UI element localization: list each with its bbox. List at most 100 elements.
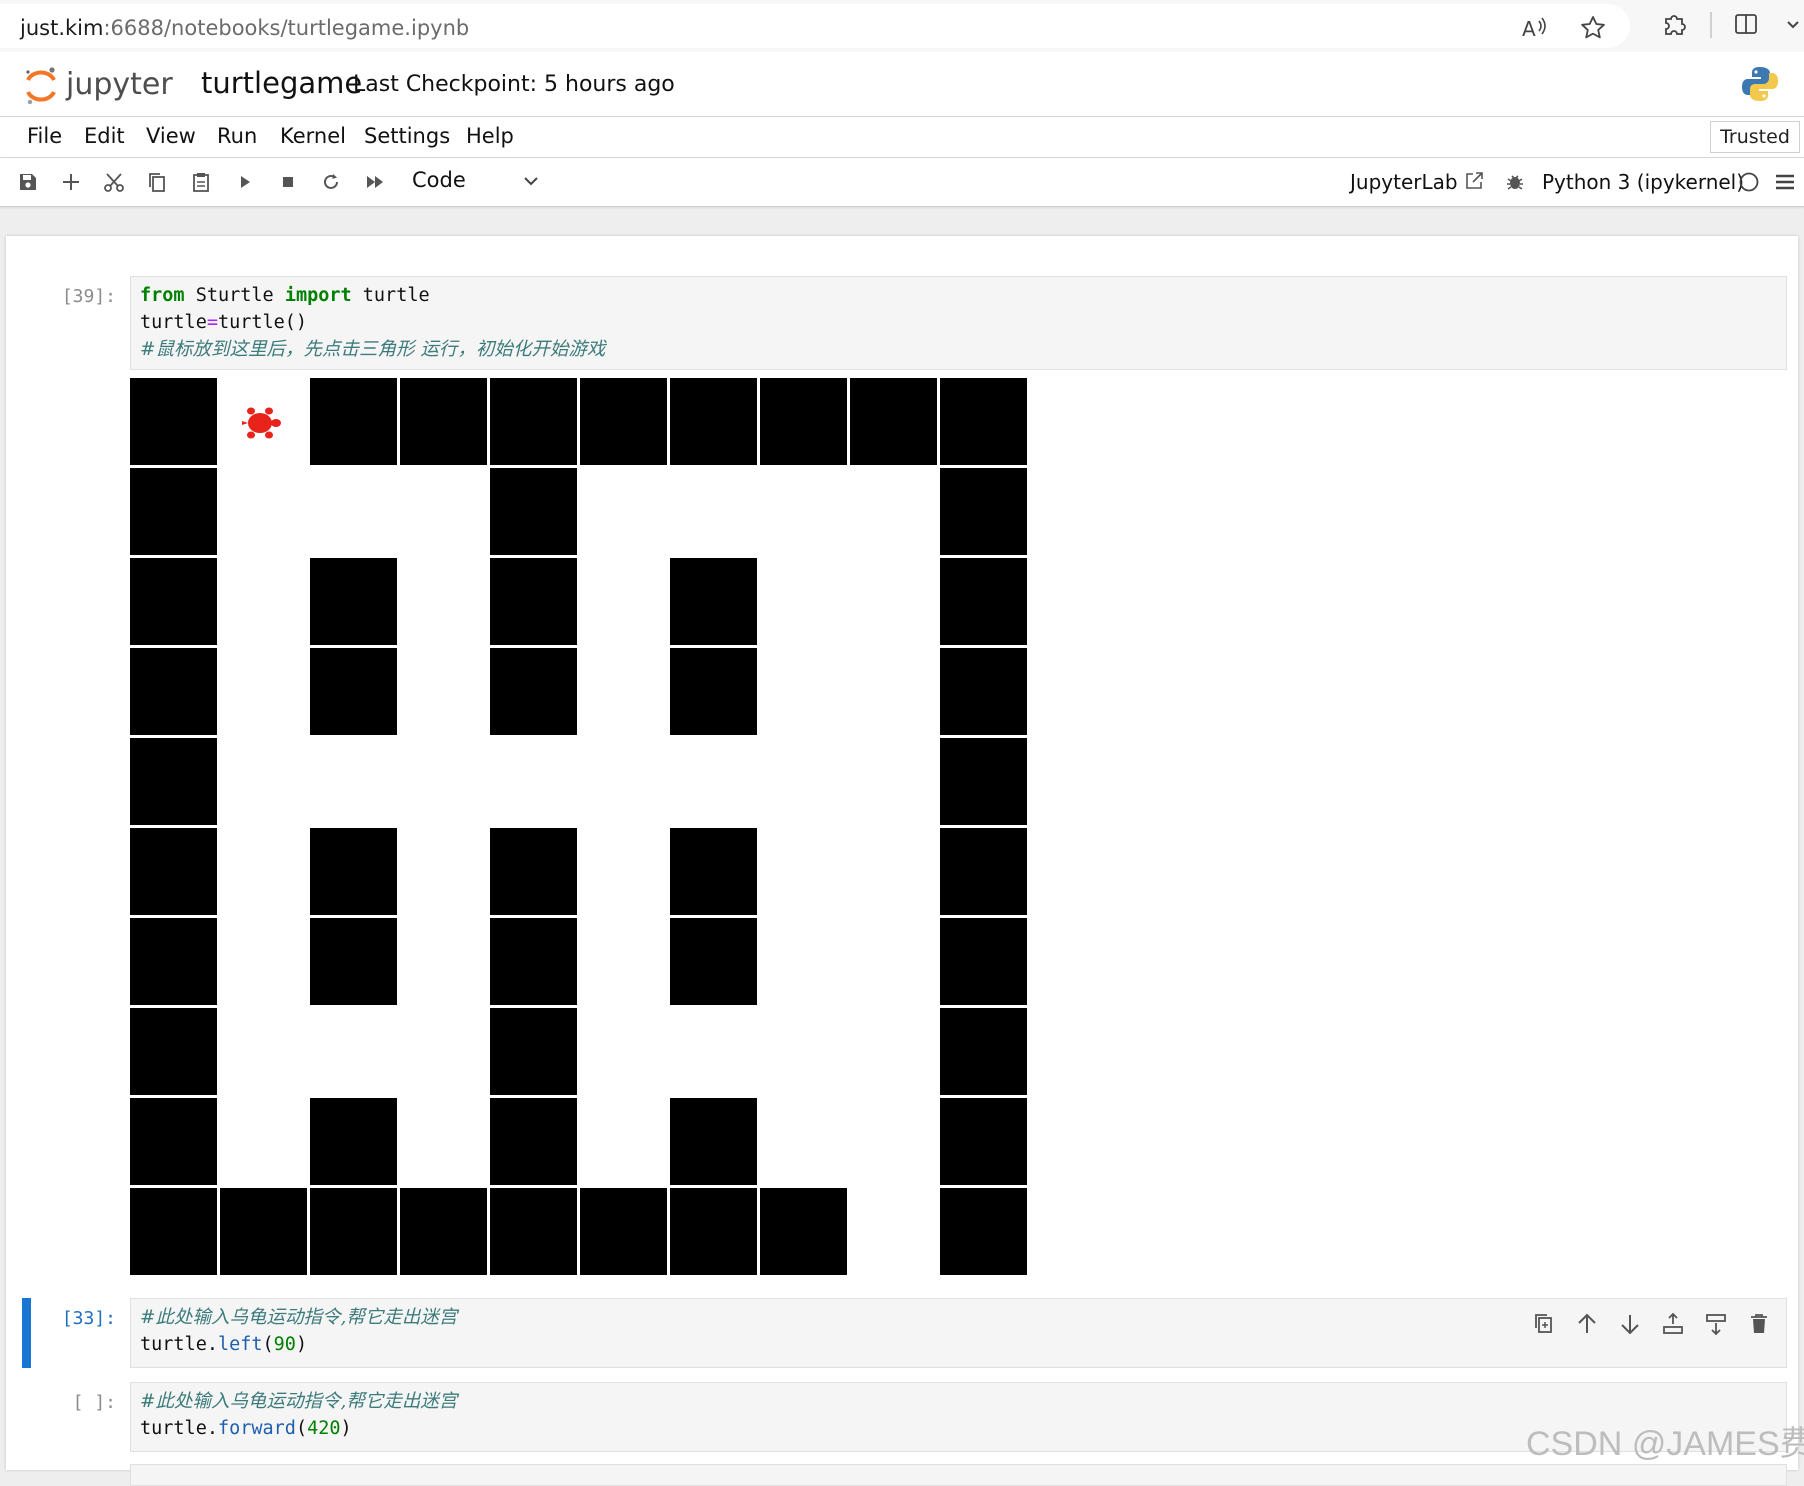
maze-wall-block xyxy=(310,828,397,915)
maze-wall-block xyxy=(670,828,757,915)
maze-wall-block xyxy=(400,1188,487,1275)
maze-wall-block xyxy=(130,1188,217,1275)
restart-run-all-icon[interactable] xyxy=(360,168,390,196)
code-comment: #此处输入乌龟运动指令,帮它走出迷宫 xyxy=(140,1307,458,1328)
kernel-name[interactable]: Python 3 (ipykernel) xyxy=(1542,170,1744,194)
maze-wall-block xyxy=(490,468,577,555)
insert-below-icon[interactable] xyxy=(1703,1311,1729,1337)
add-cell-icon[interactable] xyxy=(56,168,86,196)
maze-wall-block xyxy=(130,378,217,465)
browser-address-bar: just.kim:6688/notebooks/turtlegame.ipynb… xyxy=(0,0,1804,52)
code-editor[interactable]: #此处输入乌龟运动指令,帮它走出迷宫 turtle.left(90) xyxy=(130,1298,1787,1368)
code-token: turtle. xyxy=(140,1334,218,1355)
svg-text:A: A xyxy=(1522,17,1536,41)
code-line: #鼠标放到这里后，先点击三角形 运行，初始化开始游戏 xyxy=(140,336,1777,363)
python-logo-icon xyxy=(1740,64,1780,104)
menu-file[interactable]: File xyxy=(27,124,62,148)
debugger-bug-icon[interactable] xyxy=(1500,168,1530,196)
favorite-star-icon[interactable] xyxy=(1577,14,1609,50)
maze-wall-block xyxy=(940,558,1027,645)
jupyterlab-label: JupyterLab xyxy=(1350,170,1458,194)
cut-icon[interactable] xyxy=(99,168,129,196)
code-token: ( xyxy=(262,1334,274,1355)
cell-type-select[interactable]: Code xyxy=(410,168,542,196)
maze-wall-block xyxy=(940,468,1027,555)
code-token: 420 xyxy=(307,1418,341,1439)
restart-kernel-icon[interactable] xyxy=(316,168,346,196)
maze-wall-block xyxy=(940,918,1027,1005)
turtle-maze-output xyxy=(130,378,1030,1278)
url-host: just.kim xyxy=(20,16,104,40)
code-token: = xyxy=(206,312,218,333)
maze-wall-block xyxy=(310,648,397,735)
menu-kernel[interactable]: Kernel xyxy=(280,124,346,148)
move-down-icon[interactable] xyxy=(1617,1311,1643,1337)
more-chevron-icon[interactable] xyxy=(1784,10,1804,46)
maze-wall-block xyxy=(490,1188,577,1275)
code-line: turtle=turtle() xyxy=(140,309,1777,336)
jupyter-header: jupyter turtlegame Last Checkpoint: 5 ho… xyxy=(0,52,1804,117)
maze-wall-block xyxy=(220,1188,307,1275)
maze-wall-block xyxy=(310,918,397,1005)
open-jupyterlab-link[interactable]: JupyterLab xyxy=(1350,170,1484,194)
maze-wall-block xyxy=(940,1008,1027,1095)
paste-icon[interactable] xyxy=(186,168,216,196)
trusted-indicator[interactable]: Trusted xyxy=(1710,121,1800,153)
maze-wall-block xyxy=(130,468,217,555)
code-editor[interactable] xyxy=(130,1464,1787,1486)
turtle-icon xyxy=(242,407,281,439)
maze-wall-block xyxy=(760,378,847,465)
maze-wall-block xyxy=(940,828,1027,915)
hamburger-menu-icon[interactable] xyxy=(1770,168,1800,196)
insert-above-icon[interactable] xyxy=(1660,1311,1686,1337)
menu-view[interactable]: View xyxy=(146,124,196,148)
interrupt-kernel-icon[interactable] xyxy=(273,168,303,196)
maze-wall-block xyxy=(490,1098,577,1185)
split-screen-icon[interactable] xyxy=(1730,10,1762,46)
copy-icon[interactable] xyxy=(142,168,172,196)
url-field[interactable]: just.kim:6688/notebooks/turtlegame.ipynb… xyxy=(0,4,1630,48)
maze-wall-block xyxy=(490,378,577,465)
code-token: 90 xyxy=(273,1334,296,1355)
code-token: import xyxy=(284,285,352,306)
menu-help[interactable]: Help xyxy=(466,124,514,148)
maze-wall-block xyxy=(130,558,217,645)
chevron-down-icon xyxy=(524,177,538,186)
notebook-toolbar: Code JupyterLab Python 3 (ipykernel) xyxy=(0,158,1804,207)
checkpoint-status: Last Checkpoint: 5 hours ago xyxy=(353,72,675,97)
maze-wall-block xyxy=(130,828,217,915)
duplicate-cell-icon[interactable] xyxy=(1531,1311,1557,1337)
maze-wall-block xyxy=(130,1098,217,1185)
delete-cell-icon[interactable] xyxy=(1746,1311,1772,1337)
maze-wall-block xyxy=(670,918,757,1005)
maze-wall-block xyxy=(490,918,577,1005)
maze-wall-block xyxy=(490,828,577,915)
run-cell-icon[interactable] xyxy=(230,168,260,196)
read-aloud-icon[interactable]: A xyxy=(1518,14,1550,50)
maze-wall-block xyxy=(580,378,667,465)
save-icon[interactable] xyxy=(13,168,43,196)
maze-wall-block xyxy=(130,1008,217,1095)
maze-wall-block xyxy=(130,738,217,825)
maze-wall-block xyxy=(490,648,577,735)
code-token: forward xyxy=(217,1418,296,1439)
toolbar-divider xyxy=(1710,12,1712,38)
menu-settings[interactable]: Settings xyxy=(364,124,450,148)
url-text[interactable]: just.kim:6688/notebooks/turtlegame.ipynb xyxy=(20,16,469,40)
jupyter-logo[interactable]: jupyter xyxy=(22,62,222,108)
cell-prompt: [33]: xyxy=(61,1308,116,1329)
cell-prompt: [ ]: xyxy=(72,1392,116,1413)
code-token: left xyxy=(217,1334,263,1355)
code-line: #此处输入乌龟运动指令,帮它走出迷宫 xyxy=(140,1388,1777,1415)
code-editor[interactable]: from Sturtle import turtle turtle=turtle(… xyxy=(130,276,1787,370)
maze-wall-block xyxy=(490,558,577,645)
external-link-icon xyxy=(1466,172,1483,189)
url-path: :6688/notebooks/turtlegame.ipynb xyxy=(103,16,470,40)
move-up-icon[interactable] xyxy=(1574,1311,1600,1337)
menu-run[interactable]: Run xyxy=(217,124,257,148)
code-comment: #鼠标放到这里后，先点击三角形 运行，初始化开始游戏 xyxy=(140,339,606,360)
jupyter-wordmark: jupyter xyxy=(65,67,173,102)
extensions-icon[interactable] xyxy=(1658,10,1690,46)
menu-edit[interactable]: Edit xyxy=(84,124,125,148)
notebook-title[interactable]: turtlegame xyxy=(201,66,362,100)
